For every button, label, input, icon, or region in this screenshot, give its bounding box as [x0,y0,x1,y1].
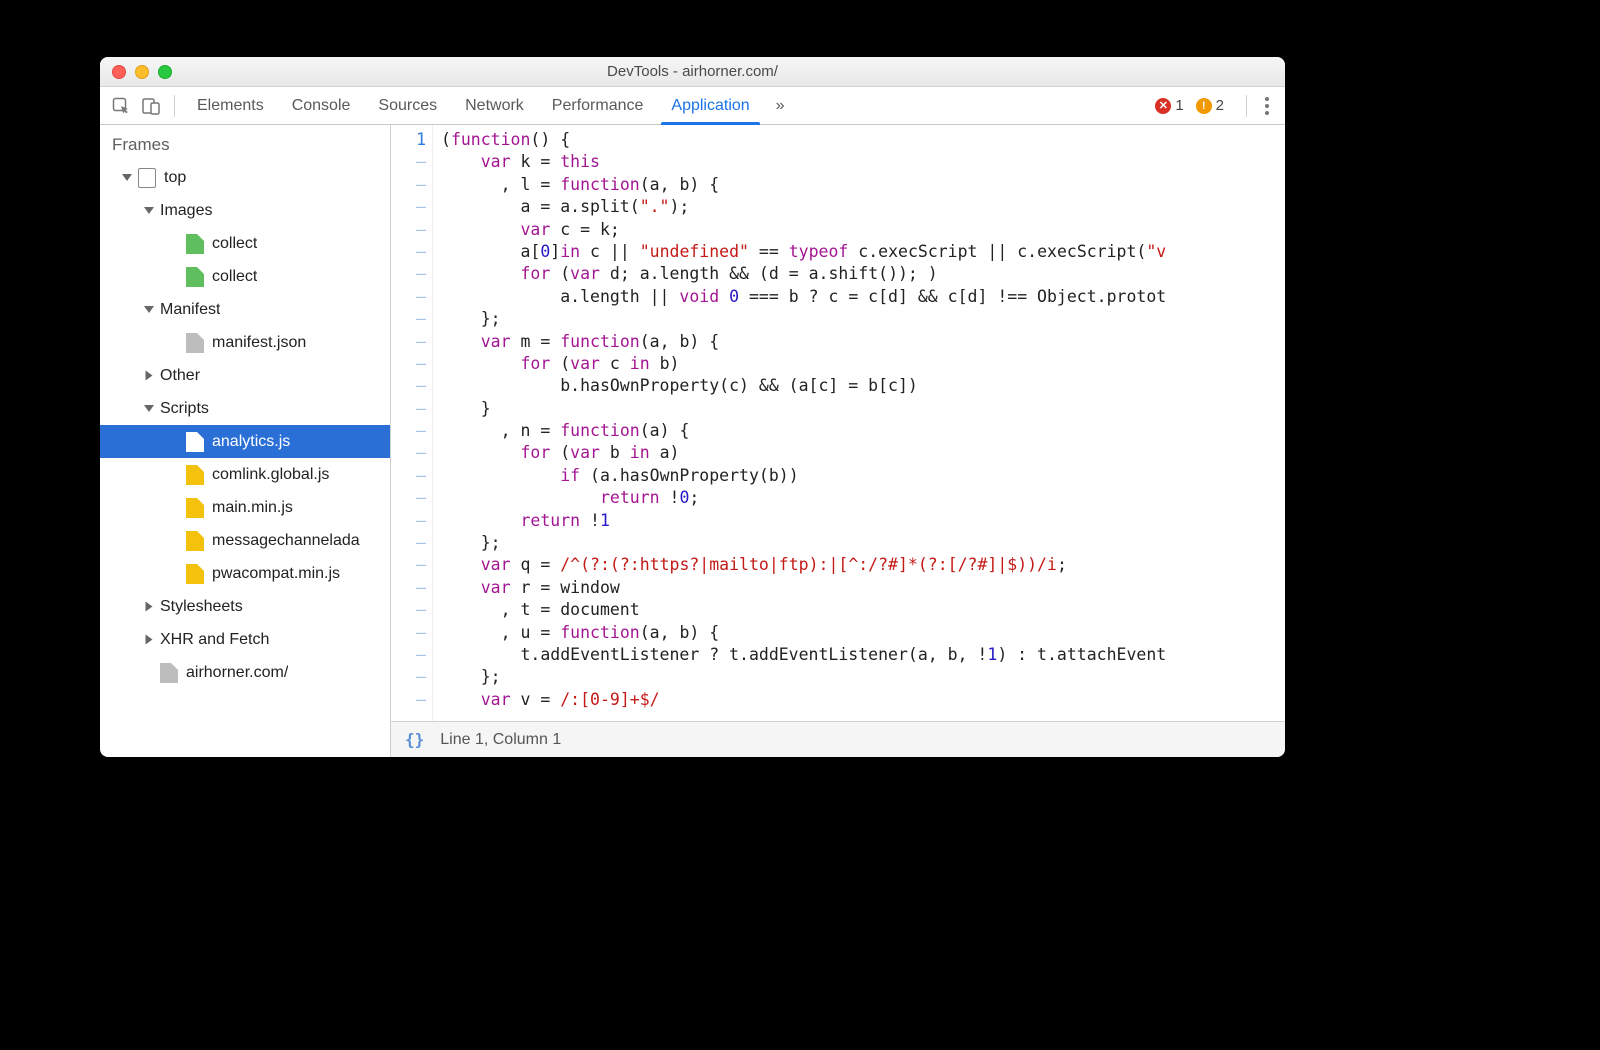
tree-label: comlink.global.js [212,466,329,484]
tree-item-script[interactable]: main.min.js [100,491,390,524]
frames-sidebar: Frames top Images collect collect [100,125,391,757]
tab-label: Elements [197,97,264,115]
tree-label: Manifest [160,301,220,319]
tree-label: collect [212,235,257,253]
tree-item-image[interactable]: collect [100,260,390,293]
tree-label: Images [160,202,212,220]
frames-tree: top Images collect collect Manifest [100,161,390,757]
tree-label: main.min.js [212,499,293,517]
file-icon [160,663,178,683]
tree-label: Scripts [160,400,209,418]
js-file-icon [186,498,204,518]
image-file-icon [186,234,204,254]
tree-label: manifest.json [212,334,306,352]
issues-badges[interactable]: ✕ 1 ! 2 [1155,97,1232,114]
panel-body: Frames top Images collect collect [100,125,1285,757]
tree-label: collect [212,268,257,286]
warning-count: 2 [1216,97,1224,114]
tree-group-images[interactable]: Images [100,194,390,227]
triangle-down-icon [122,174,132,181]
triangle-down-icon [144,207,154,214]
js-file-icon [186,531,204,551]
js-file-icon [186,432,204,452]
tab-label: Performance [552,97,644,115]
tree-item-image[interactable]: collect [100,227,390,260]
tree-item-script[interactable]: comlink.global.js [100,458,390,491]
code-content[interactable]: (function() { var k = this , l = functio… [433,125,1285,721]
tab-label: Network [465,97,524,115]
settings-menu-button[interactable] [1255,97,1279,115]
error-icon: ✕ [1155,98,1171,114]
image-file-icon [186,267,204,287]
sidebar-heading: Frames [100,125,390,161]
tab-console[interactable]: Console [278,87,365,124]
tree-group-stylesheets[interactable]: Stylesheets [100,590,390,623]
line-gutter[interactable]: 1––––––––––––––––––––––––– [391,125,433,721]
code-area[interactable]: 1––––––––––––––––––––––––– (function() {… [391,125,1285,721]
traffic-lights [112,65,172,79]
panel-tabs: Elements Console Sources Network Perform… [183,87,764,124]
tab-application[interactable]: Application [657,87,763,124]
tree-group-other[interactable]: Other [100,359,390,392]
tabbar-divider [174,95,175,117]
warning-icon: ! [1196,98,1212,114]
tree-group-manifest[interactable]: Manifest [100,293,390,326]
tree-item-manifest[interactable]: manifest.json [100,326,390,359]
tree-label: messagechannelada [212,532,360,550]
tree-item-root-document[interactable]: airhorner.com/ [100,656,390,689]
tab-label: Application [671,97,749,115]
tree-label: analytics.js [212,433,290,451]
close-window-button[interactable] [112,65,126,79]
source-viewer: 1––––––––––––––––––––––––– (function() {… [391,125,1285,757]
js-file-icon [186,465,204,485]
device-toolbar-icon[interactable] [136,87,166,124]
tree-item-script[interactable]: messagechannelada [100,524,390,557]
tree-item-script-selected[interactable]: analytics.js [100,425,390,458]
tree-label: Other [160,367,200,385]
tabs-overflow-button[interactable]: » [764,97,797,115]
file-icon [186,333,204,353]
cursor-position: Line 1, Column 1 [440,731,561,749]
tab-network[interactable]: Network [451,87,538,124]
tree-label: airhorner.com/ [186,664,288,682]
triangle-down-icon [144,405,154,412]
tab-label: Console [292,97,351,115]
tree-label: Stylesheets [160,598,243,616]
tree-item-script[interactable]: pwacompat.min.js [100,557,390,590]
tree-group-scripts[interactable]: Scripts [100,392,390,425]
tab-label: Sources [378,97,437,115]
tab-elements[interactable]: Elements [183,87,278,124]
tree-label: top [164,169,186,187]
devtools-window: DevTools - airhorner.com/ Elements Conso… [100,57,1285,757]
triangle-right-icon [146,635,153,645]
js-file-icon [186,564,204,584]
window-title: DevTools - airhorner.com/ [100,63,1285,80]
tree-label: pwacompat.min.js [212,565,340,583]
window-titlebar: DevTools - airhorner.com/ [100,57,1285,87]
minimize-window-button[interactable] [135,65,149,79]
tab-performance[interactable]: Performance [538,87,658,124]
inspect-element-icon[interactable] [106,87,136,124]
triangle-right-icon [146,371,153,381]
tree-group-xhr[interactable]: XHR and Fetch [100,623,390,656]
triangle-down-icon [144,306,154,313]
zoom-window-button[interactable] [158,65,172,79]
tree-item-top[interactable]: top [100,161,390,194]
chevron-double-right-icon: » [776,97,785,115]
triangle-right-icon [146,602,153,612]
editor-statusbar: {} Line 1, Column 1 [391,721,1285,757]
pretty-print-button[interactable]: {} [405,730,424,749]
tree-label: XHR and Fetch [160,631,269,649]
tab-sources[interactable]: Sources [364,87,451,124]
error-count: 1 [1175,97,1183,114]
devtools-tabbar: Elements Console Sources Network Perform… [100,87,1285,125]
frame-icon [138,168,156,188]
tabbar-divider [1246,95,1247,117]
